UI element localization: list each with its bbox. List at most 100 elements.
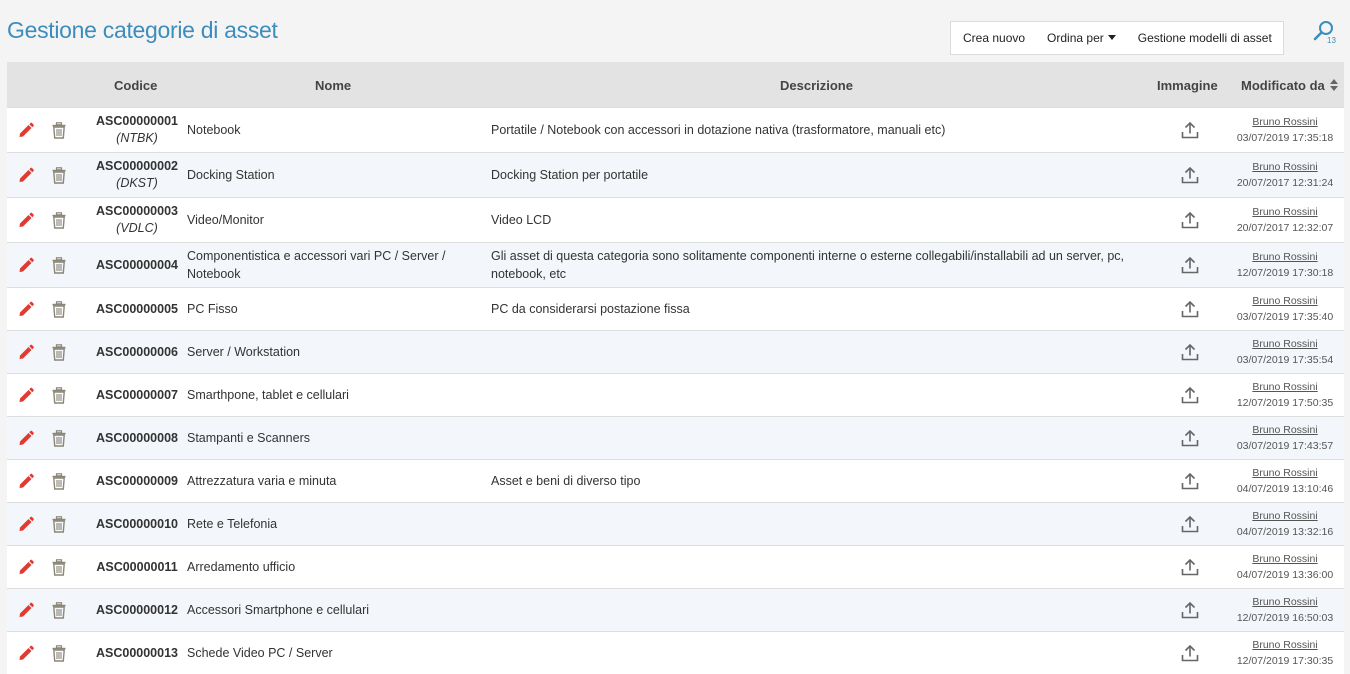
edit-icon[interactable]: [17, 343, 35, 361]
category-abbreviation: (DKST): [116, 176, 158, 190]
trash-icon[interactable]: [52, 602, 66, 619]
create-new-button[interactable]: Crea nuovo: [951, 31, 1036, 45]
trash-icon[interactable]: [52, 344, 66, 361]
modified-by-user-link[interactable]: Bruno Rossini: [1252, 551, 1317, 567]
trash-icon[interactable]: [52, 473, 66, 490]
header-code[interactable]: Codice: [114, 78, 157, 93]
modified-by-user-link[interactable]: Bruno Rossini: [1252, 114, 1317, 130]
edit-icon[interactable]: [17, 558, 35, 576]
trash-icon[interactable]: [52, 559, 66, 576]
upload-icon[interactable]: [1181, 472, 1199, 490]
sort-by-dropdown[interactable]: Ordina per: [1036, 31, 1127, 45]
modified-by-user-link[interactable]: Bruno Rossini: [1252, 379, 1317, 395]
category-code: ASC00000012: [91, 602, 183, 619]
edit-icon[interactable]: [17, 386, 35, 404]
trash-icon[interactable]: [52, 167, 66, 184]
header-description[interactable]: Descrizione: [780, 78, 853, 93]
category-code: ASC00000009: [91, 473, 183, 490]
category-name: Server / Workstation: [187, 345, 301, 359]
category-code-value: ASC00000006: [95, 344, 178, 359]
modified-date: 03/07/2019 17:35:40: [1236, 311, 1334, 323]
search-result-count: 13: [1327, 36, 1336, 45]
category-name: Arredamento ufficio: [187, 560, 296, 574]
upload-icon[interactable]: [1181, 166, 1199, 184]
modified-by-user-link[interactable]: Bruno Rossini: [1252, 293, 1317, 309]
edit-icon[interactable]: [17, 256, 35, 274]
upload-icon[interactable]: [1181, 558, 1199, 576]
modified-by-user-link[interactable]: Bruno Rossini: [1252, 159, 1317, 175]
modified-by-user-link[interactable]: Bruno Rossini: [1252, 465, 1317, 481]
table-row: ASC00000010 Rete e Telefonia Bruno Rossini…: [7, 502, 1344, 545]
category-name: Stampanti e Scanners: [187, 431, 310, 445]
header-modified[interactable]: Modificato da: [1241, 78, 1339, 93]
upload-icon[interactable]: [1181, 211, 1199, 229]
table-row: ASC00000001 (NTBK) Notebook Portatile / Not…: [7, 107, 1344, 152]
modified-by-user-link[interactable]: Bruno Rossini: [1252, 508, 1317, 524]
category-code-value: ASC00000011: [96, 559, 178, 574]
toolbar: Crea nuovo Ordina per Gestione modelli d…: [950, 21, 1284, 55]
modified-date: 04/07/2019 13:36:00: [1236, 569, 1334, 581]
header-image[interactable]: Immagine: [1157, 78, 1218, 93]
upload-icon[interactable]: [1181, 429, 1199, 447]
category-name: Smarthpone, tablet e cellulari: [187, 388, 349, 402]
category-code: ASC00000008: [91, 430, 183, 447]
upload-icon[interactable]: [1181, 343, 1199, 361]
trash-icon[interactable]: [52, 645, 66, 662]
modified-date: 12/07/2019 17:50:35: [1236, 397, 1334, 409]
category-code: ASC00000003 (VDLC): [91, 203, 183, 237]
category-code-value: ASC00000008: [95, 430, 178, 445]
upload-icon[interactable]: [1181, 256, 1199, 274]
edit-icon[interactable]: [17, 472, 35, 490]
edit-icon[interactable]: [17, 300, 35, 318]
category-name: Rete e Telefonia: [187, 517, 278, 531]
edit-icon[interactable]: [17, 166, 35, 184]
modified-by-user-link[interactable]: Bruno Rossini: [1252, 594, 1317, 610]
category-abbreviation: (NTBK): [116, 131, 158, 145]
category-description: Gli asset di questa categoria sono solit…: [491, 249, 1125, 281]
trash-icon[interactable]: [52, 516, 66, 533]
edit-icon[interactable]: [17, 601, 35, 619]
modified-by-user-link[interactable]: Bruno Rossini: [1252, 336, 1317, 352]
category-code: ASC00000001 (NTBK): [91, 113, 183, 147]
trash-icon[interactable]: [52, 301, 66, 318]
trash-icon[interactable]: [52, 122, 66, 139]
search-button[interactable]: 13: [1313, 20, 1343, 46]
edit-icon[interactable]: [17, 121, 35, 139]
category-code-value: ASC00000013: [95, 645, 178, 660]
categories-table: Codice Nome Descrizione Immagine Modific…: [7, 62, 1344, 674]
category-name: Componentistica e accessori vari PC / Se…: [187, 249, 446, 281]
header-name[interactable]: Nome: [315, 78, 351, 93]
edit-icon[interactable]: [17, 515, 35, 533]
upload-icon[interactable]: [1181, 601, 1199, 619]
upload-icon[interactable]: [1181, 386, 1199, 404]
trash-icon[interactable]: [52, 430, 66, 447]
table-row: ASC00000011 Arredamento ufficio Bruno Ross…: [7, 545, 1344, 588]
modified-by-user-link[interactable]: Bruno Rossini: [1252, 422, 1317, 438]
upload-icon[interactable]: [1181, 644, 1199, 662]
page-title: Gestione categorie di asset: [7, 17, 278, 43]
edit-icon[interactable]: [17, 644, 35, 662]
modified-info: Bruno Rossini 03/07/2019 17:35:40: [1229, 293, 1341, 325]
edit-icon[interactable]: [17, 211, 35, 229]
modified-date: 12/07/2019 17:30:35: [1236, 655, 1334, 667]
trash-icon[interactable]: [52, 212, 66, 229]
modified-by-user-link[interactable]: Bruno Rossini: [1252, 249, 1317, 265]
edit-icon[interactable]: [17, 429, 35, 447]
category-name: Video/Monitor: [187, 213, 264, 227]
upload-icon[interactable]: [1181, 300, 1199, 318]
modified-info: Bruno Rossini 04/07/2019 13:10:46: [1229, 465, 1341, 497]
modified-by-user-link[interactable]: Bruno Rossini: [1252, 204, 1317, 220]
upload-icon[interactable]: [1181, 121, 1199, 139]
trash-icon[interactable]: [52, 387, 66, 404]
asset-models-button[interactable]: Gestione modelli di asset: [1127, 31, 1283, 45]
table-row: ASC00000003 (VDLC) Video/Monitor Video LCD B…: [7, 197, 1344, 242]
upload-icon[interactable]: [1181, 515, 1199, 533]
category-name: Attrezzatura varia e minuta: [187, 474, 337, 488]
modified-info: Bruno Rossini 20/07/2017 12:31:24: [1229, 159, 1341, 191]
trash-icon[interactable]: [52, 257, 66, 274]
modified-by-user-link[interactable]: Bruno Rossini: [1252, 637, 1317, 653]
category-code-value: ASC00000004: [95, 257, 178, 272]
category-code: ASC00000006: [91, 344, 183, 361]
sort-arrows-icon[interactable]: [1330, 79, 1339, 91]
modified-info: Bruno Rossini 04/07/2019 13:32:16: [1229, 508, 1341, 540]
